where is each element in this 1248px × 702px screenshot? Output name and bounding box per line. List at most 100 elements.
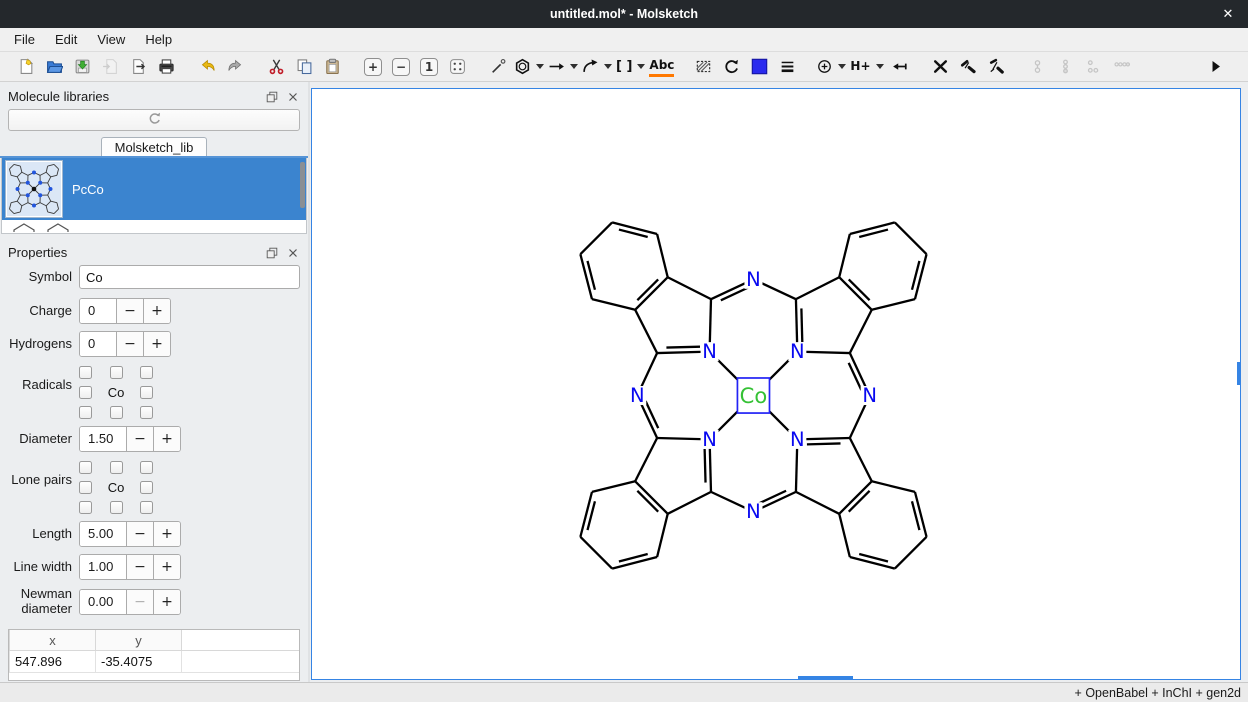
copy-button[interactable] bbox=[292, 55, 316, 79]
text-button[interactable]: Abc bbox=[649, 55, 674, 79]
newman-diameter-minus-button[interactable]: − bbox=[126, 590, 153, 614]
lone-pair-checkbox[interactable] bbox=[140, 481, 153, 494]
cut-button[interactable] bbox=[264, 55, 288, 79]
lone-pair-checkbox[interactable] bbox=[140, 501, 153, 514]
zoom-in-button[interactable]: + bbox=[361, 55, 385, 79]
lone-pair-checkbox[interactable] bbox=[110, 461, 123, 474]
radical-checkbox[interactable] bbox=[110, 406, 123, 419]
menu-file[interactable]: File bbox=[4, 29, 45, 50]
library-close-icon[interactable] bbox=[286, 90, 300, 104]
radical-checkbox[interactable] bbox=[110, 366, 123, 379]
length-minus-button[interactable]: − bbox=[126, 522, 153, 546]
tab-molsketch-lib[interactable]: Molsketch_lib bbox=[101, 137, 208, 156]
line-width-plus-button[interactable]: + bbox=[153, 555, 180, 579]
radical-checkbox[interactable] bbox=[79, 386, 92, 399]
diameter-plus-button[interactable]: + bbox=[153, 427, 180, 451]
list-item-pcco[interactable]: PcCo bbox=[2, 158, 306, 220]
undo-button[interactable] bbox=[195, 55, 219, 79]
panel-splitter[interactable] bbox=[308, 82, 310, 682]
open-file-button[interactable] bbox=[42, 55, 66, 79]
library-float-icon[interactable] bbox=[265, 90, 279, 104]
radical-checkbox[interactable] bbox=[79, 366, 92, 379]
print-button[interactable] bbox=[154, 55, 178, 79]
color-picker-button[interactable] bbox=[747, 55, 771, 79]
mechanism-arrow-dropdown-icon[interactable] bbox=[604, 64, 612, 69]
paste-button[interactable] bbox=[320, 55, 344, 79]
text-icon: Abc bbox=[649, 57, 674, 77]
menu-help[interactable]: Help bbox=[135, 29, 182, 50]
menu-edit[interactable]: Edit bbox=[45, 29, 87, 50]
new-file-button[interactable] bbox=[14, 55, 38, 79]
hydrogens-value[interactable]: 0 bbox=[80, 332, 116, 356]
radical-checkbox[interactable] bbox=[140, 406, 153, 419]
menu-view[interactable]: View bbox=[87, 29, 135, 50]
window-close-icon[interactable]: ✕ bbox=[1218, 4, 1238, 24]
copy-icon bbox=[296, 58, 313, 75]
toolbar-extension-button[interactable] bbox=[1203, 55, 1227, 79]
reaction-arrow-button[interactable] bbox=[548, 55, 578, 79]
newman-diameter-plus-button[interactable]: + bbox=[153, 590, 180, 614]
lone-pair-checkbox[interactable] bbox=[79, 481, 92, 494]
lone-pair-checkbox[interactable] bbox=[110, 501, 123, 514]
flip-bond-button[interactable] bbox=[957, 55, 981, 79]
line-width-value[interactable]: 1.00 bbox=[80, 555, 126, 579]
diameter-minus-button[interactable]: − bbox=[126, 427, 153, 451]
length-value[interactable]: 5.00 bbox=[80, 522, 126, 546]
coord-y-cell[interactable]: -35.4075 bbox=[96, 651, 182, 673]
zoom-out-icon: − bbox=[392, 58, 410, 76]
mechanism-arrow-button[interactable] bbox=[582, 55, 612, 79]
export-file-icon bbox=[130, 58, 147, 75]
rotate-button[interactable] bbox=[719, 55, 743, 79]
charge-value[interactable]: 0 bbox=[80, 299, 116, 323]
canvas-hscrollbar-thumb[interactable] bbox=[798, 676, 853, 679]
charge-button[interactable] bbox=[816, 55, 846, 79]
hydrogen-dropdown-icon[interactable] bbox=[876, 64, 884, 69]
delete-button[interactable] bbox=[929, 55, 953, 79]
draw-button[interactable] bbox=[486, 55, 510, 79]
ring-dropdown-icon[interactable] bbox=[536, 64, 544, 69]
charge-dropdown-icon[interactable] bbox=[838, 64, 846, 69]
zoom-fit-button[interactable] bbox=[445, 55, 469, 79]
toolbar: +−1 [ ]Abc H+ bbox=[0, 52, 1248, 82]
library-scrollbar-thumb[interactable] bbox=[300, 162, 305, 208]
reaction-arrow-dropdown-icon[interactable] bbox=[570, 64, 578, 69]
radical-checkbox[interactable] bbox=[140, 386, 153, 399]
symbol-field[interactable] bbox=[79, 265, 300, 289]
list-item-partial[interactable] bbox=[2, 220, 306, 232]
canvas-vscrollbar-thumb[interactable] bbox=[1237, 362, 1240, 385]
line-width-button[interactable] bbox=[775, 55, 799, 79]
charge-minus-button[interactable]: − bbox=[116, 299, 143, 323]
bracket-dropdown-icon[interactable] bbox=[637, 64, 645, 69]
library-refresh-button[interactable] bbox=[8, 109, 300, 131]
zoom-out-button[interactable]: − bbox=[389, 55, 413, 79]
radical-checkbox[interactable] bbox=[79, 406, 92, 419]
properties-float-icon[interactable] bbox=[265, 246, 279, 260]
drawing-canvas[interactable]: CoNNNNNNNN bbox=[311, 88, 1241, 680]
molecule-drawing[interactable]: CoNNNNNNNN bbox=[312, 89, 1240, 679]
charge-plus-button[interactable]: + bbox=[143, 299, 170, 323]
lone-pair-checkbox[interactable] bbox=[140, 461, 153, 474]
save-file-button[interactable] bbox=[70, 55, 94, 79]
ring-button[interactable] bbox=[514, 55, 544, 79]
paste-icon bbox=[324, 58, 341, 75]
hydrogens-plus-button[interactable]: + bbox=[143, 332, 170, 356]
zoom-original-button[interactable]: 1 bbox=[417, 55, 441, 79]
flip-bond-vertical-icon bbox=[988, 58, 1005, 75]
radical-checkbox[interactable] bbox=[140, 366, 153, 379]
newman-diameter-value[interactable]: 0.00 bbox=[80, 590, 126, 614]
export-file-button[interactable] bbox=[126, 55, 150, 79]
selection-hatch-button[interactable] bbox=[691, 55, 715, 79]
redo-button[interactable] bbox=[223, 55, 247, 79]
coord-x-cell[interactable]: 547.896 bbox=[10, 651, 96, 673]
line-width-minus-button[interactable]: − bbox=[126, 555, 153, 579]
hydrogen-button[interactable]: H+ bbox=[850, 55, 883, 79]
diameter-value[interactable]: 1.50 bbox=[80, 427, 126, 451]
charge-decrease-button[interactable] bbox=[888, 55, 912, 79]
lone-pair-checkbox[interactable] bbox=[79, 461, 92, 474]
flip-bond-vertical-button[interactable] bbox=[985, 55, 1009, 79]
hydrogens-minus-button[interactable]: − bbox=[116, 332, 143, 356]
properties-close-icon[interactable] bbox=[286, 246, 300, 260]
bracket-button[interactable]: [ ] bbox=[616, 55, 645, 79]
length-plus-button[interactable]: + bbox=[153, 522, 180, 546]
lone-pair-checkbox[interactable] bbox=[79, 501, 92, 514]
